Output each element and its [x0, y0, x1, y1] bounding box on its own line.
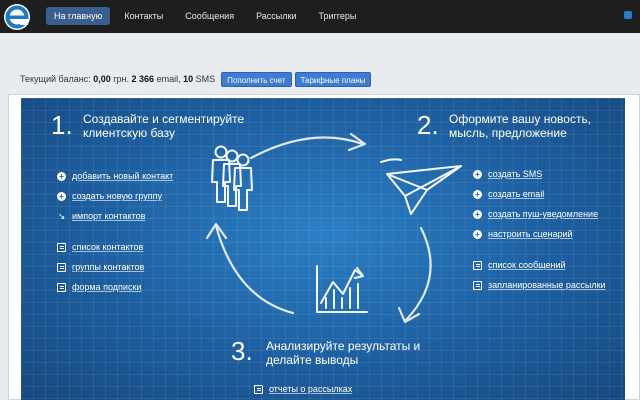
step-3-title: Анализируйте результаты и делайте выводы [266, 339, 420, 367]
chart-icon [316, 265, 368, 313]
e-logo-icon[interactable] [4, 4, 30, 30]
step-3-title-line2: делайте выводы [266, 353, 359, 367]
corner-badge[interactable] [624, 11, 632, 19]
plus-circle-icon: + [57, 191, 66, 201]
step-2-title-line2: мысль, предложение [449, 126, 567, 140]
create-group-link[interactable]: + создать новую группу [57, 190, 173, 202]
list-icon [473, 280, 482, 290]
list-icon [57, 282, 66, 292]
paper-plane-icon [380, 158, 462, 215]
balance-sms-count: 10 [183, 74, 194, 84]
step-1-number: 1. [51, 110, 73, 140]
plus-circle-icon: + [473, 189, 482, 199]
nav-mailings[interactable]: Рассылки [248, 7, 304, 25]
main-nav: На главную Контакты Сообщения Рассылки Т… [46, 7, 364, 25]
balance-currency: грн. [113, 74, 130, 84]
people-icon [211, 145, 253, 211]
add-contact-link[interactable]: + добавить новый контакт [57, 170, 173, 182]
step-1-title-line1: Создавайте и сегментируйте [83, 112, 245, 126]
balance-email-label: email, [156, 74, 181, 84]
list-icon [57, 262, 66, 272]
mailing-reports-link[interactable]: отчеты о рассылках [254, 383, 352, 395]
nav-home[interactable]: На главную [46, 7, 111, 25]
import-icon: ↘ [57, 210, 66, 221]
balance-sms-label: SMS [195, 74, 216, 84]
contact-groups-link[interactable]: группы контактов [57, 261, 144, 273]
contact-list-link[interactable]: список контактов [57, 241, 144, 253]
step-1-lists: список контактов группы контактов форма … [57, 241, 144, 293]
step-2-title: Оформите вашу новость, мысль, предложени… [449, 112, 591, 140]
scheduled-mailings-link[interactable]: запланированные рассылки [473, 279, 606, 291]
step-2-number: 2. [417, 110, 439, 140]
cycle-arrow-icon [205, 132, 432, 324]
top-navbar: На главную Контакты Сообщения Рассылки Т… [0, 0, 640, 33]
nav-triggers[interactable]: Триггеры [311, 7, 365, 25]
step-3-lists: отчеты о рассылках [254, 383, 352, 395]
create-email-link[interactable]: + создать email [473, 188, 598, 200]
list-icon [254, 384, 263, 394]
list-icon [57, 242, 66, 252]
step-3-title-line1: Анализируйте результаты и [266, 339, 421, 353]
step-1-title: Создавайте и сегментируйте клиентскую ба… [83, 112, 244, 140]
balance-bar: Текущий баланс: 0,00 грн. 2 366 email, 1… [20, 70, 372, 88]
step-2-lists: список сообщений запланированные рассылк… [473, 259, 606, 291]
balance-amount: 0,00 [93, 74, 111, 84]
setup-scenario-link[interactable]: + настроить сценарий [473, 228, 598, 240]
balance-email-count: 2 366 [131, 74, 155, 84]
balance-prefix: Текущий баланс: [20, 74, 91, 84]
plus-circle-icon: + [57, 171, 66, 181]
message-list-link[interactable]: список сообщений [473, 259, 606, 271]
subscribe-form-link[interactable]: форма подписки [57, 281, 144, 293]
create-push-link[interactable]: + создать пуш-уведомление [473, 208, 598, 220]
step-1-title-line2: клиентскую базу [83, 126, 175, 140]
tariff-plans-button[interactable]: Тарифные планы [294, 71, 372, 87]
plus-circle-icon: + [473, 169, 482, 179]
plus-circle-icon: + [473, 209, 482, 219]
plus-circle-icon: + [473, 229, 482, 239]
topup-button[interactable]: Пополнить счет [221, 71, 292, 87]
workflow-banner: 1. Создавайте и сегментируйте клиентскую… [21, 98, 625, 400]
step-1-actions: + добавить новый контакт + создать новую г… [57, 170, 173, 222]
main-panel: 1. Создавайте и сегментируйте клиентскую… [8, 94, 640, 400]
import-contacts-link[interactable]: ↘ импорт контактов [57, 210, 173, 222]
step-2-title-line1: Оформите вашу новость, [449, 112, 592, 126]
list-icon [473, 260, 482, 270]
nav-contacts[interactable]: Контакты [116, 7, 171, 25]
step-3-number: 3. [231, 336, 253, 366]
step-2-actions: + создать SMS + создать email + создать пуш… [473, 168, 598, 240]
nav-messages[interactable]: Сообщения [177, 7, 242, 25]
create-sms-link[interactable]: + создать SMS [473, 168, 598, 180]
